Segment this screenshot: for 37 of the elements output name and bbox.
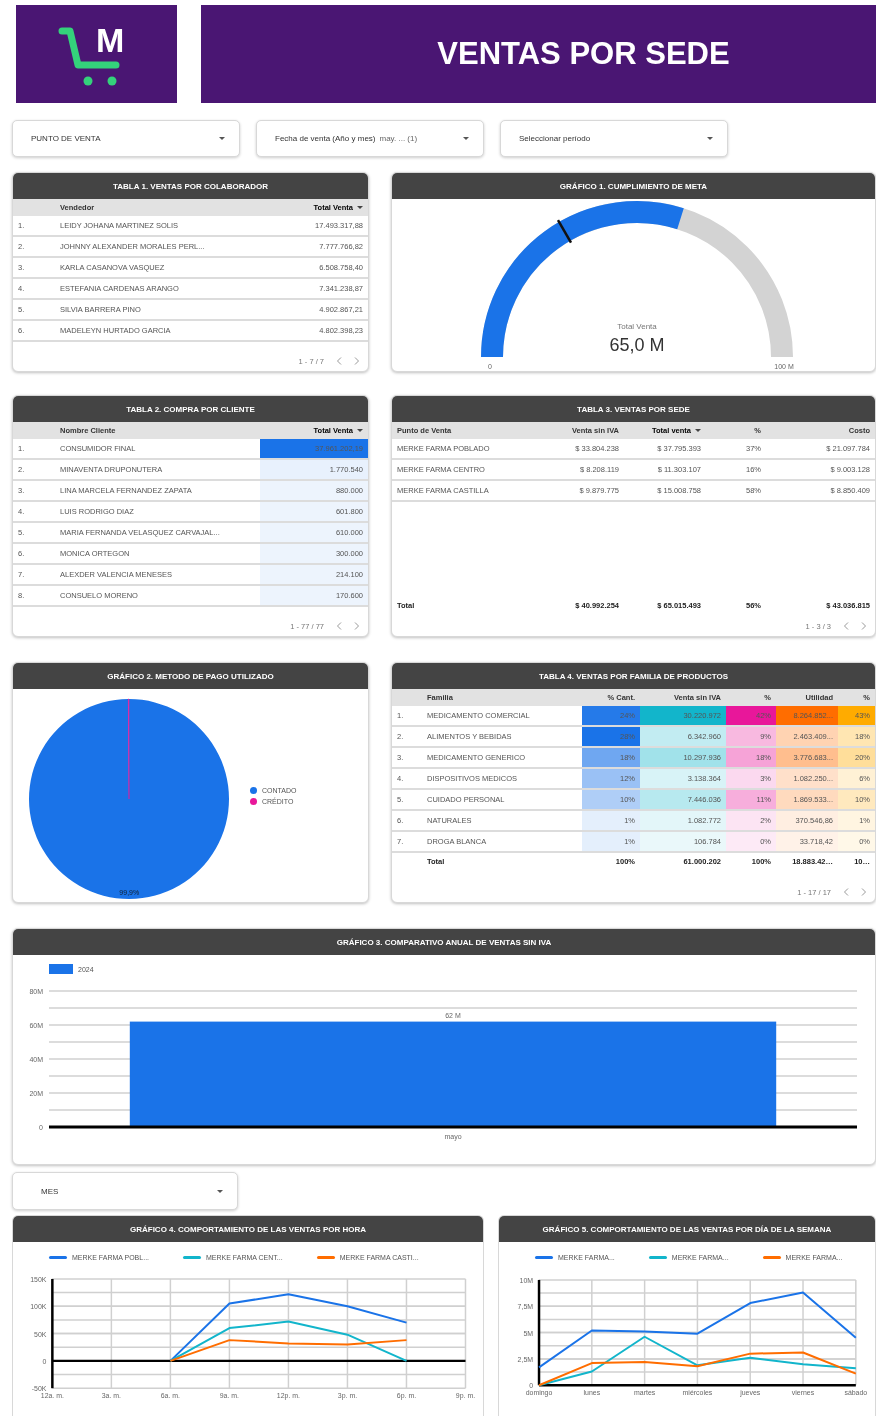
next-page-icon[interactable] <box>354 622 360 630</box>
caret-icon <box>219 137 225 140</box>
previous-page-icon[interactable] <box>843 622 849 630</box>
panel-title: TABLA 1. VENTAS POR COLABORADOR <box>13 173 368 199</box>
sort-icon <box>357 429 363 432</box>
dropdown[interactable]: Seleccionar período <box>500 120 728 157</box>
next-page-icon[interactable] <box>861 888 867 896</box>
logo-letter: M <box>96 23 125 57</box>
dropdown[interactable]: Fecha de venta (Año y mes) may. ... (1) <box>256 120 484 157</box>
page-title: VENTAS POR SEDE <box>201 5 876 103</box>
previous-page-icon[interactable] <box>336 622 342 630</box>
sort-icon <box>357 206 363 209</box>
gauge-value: 65,0 M <box>609 335 665 355</box>
caret-icon <box>707 137 713 140</box>
sort-icon <box>695 429 701 432</box>
panel-title: GRÁFICO 2. METODO DE PAGO UTILIZADO <box>13 663 368 689</box>
caret-icon <box>463 137 469 140</box>
dropdown[interactable]: MES <box>12 1172 238 1210</box>
dropdown[interactable]: PUNTO DE VENTA <box>12 120 240 157</box>
panel-title: TABLA 4. VENTAS POR FAMILIA DE PRODUCTOS <box>392 663 875 689</box>
next-page-icon[interactable] <box>861 622 867 630</box>
previous-page-icon[interactable] <box>336 357 342 365</box>
dropdown-label: MES <box>41 1186 59 1196</box>
next-page-icon[interactable] <box>354 357 360 365</box>
panel-title: TABLA 3. VENTAS POR SEDE <box>392 396 875 422</box>
caret-icon <box>217 1189 223 1193</box>
panel-title: GRÁFICO 1. CUMPLIMIENTO DE META <box>392 173 875 199</box>
previous-page-icon[interactable] <box>843 888 849 896</box>
dropdown-label: Fecha de venta (Año y mes) <box>275 134 376 143</box>
dropdown-label: Seleccionar período <box>519 134 591 143</box>
gauge-caption: Total Venta <box>617 322 657 331</box>
panel-title: GRÁFICO 5. COMPORTAMIENTO DE LAS VENTAS POR DÍA DE LA SEMANA <box>499 1216 875 1242</box>
panel-title: GRÁFICO 4. COMPORTAMIENTO DE LAS VENTAS POR HORA <box>13 1216 483 1242</box>
panel-title: TABLA 2. COMPRA POR CLIENTE <box>13 396 368 422</box>
dropdown-label: PUNTO DE VENTA <box>31 134 101 143</box>
panel-title: GRÁFICO 3. COMPARATIVO ANUAL DE VENTAS SIN IVA <box>13 929 875 955</box>
dropdown-value: may. ... (1) <box>379 134 418 143</box>
